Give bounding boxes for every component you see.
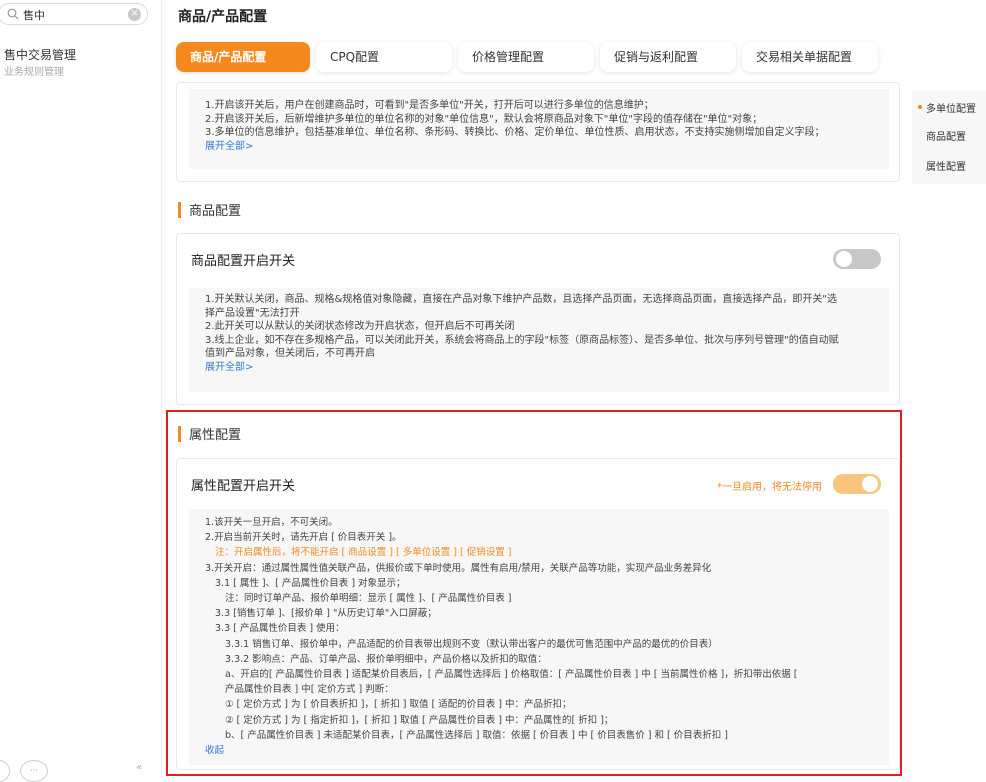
expand-link[interactable]: 展开全部>	[205, 361, 873, 375]
help-icon[interactable]	[0, 760, 10, 782]
anchor-item-product[interactable]: 商品配置	[926, 128, 966, 143]
multi-unit-description: 1.开启该开关后，用户在创建商品时，可看到"是否多单位"开关，打开后可以进行多单…	[189, 89, 889, 169]
desc-line: 2.此开关可以从默认的关闭状态修改为开启状态，但开启后不可再关闭	[205, 321, 515, 332]
tab-document-config[interactable]: 交易相关单据配置	[742, 42, 878, 72]
tab-cpq-config[interactable]: CPQ配置	[316, 42, 452, 72]
search-icon	[7, 8, 19, 20]
expand-link[interactable]: 展开全部>	[205, 140, 873, 154]
nav-item-title[interactable]: 售中交易管理	[4, 46, 76, 63]
tab-promotion-config[interactable]: 促销与返利配置	[600, 42, 736, 72]
desc-line: 3.多单位的信息维护，包括基准单位、单位名称、条形码、转换比、价格、定价单位、单…	[205, 127, 825, 138]
anchor-item-attribute[interactable]: 属性配置	[926, 158, 966, 173]
tab-price-config[interactable]: 价格管理配置	[458, 42, 594, 72]
multi-unit-card: 1.开启该开关后，用户在创建商品时，可看到"是否多单位"开关，打开后可以进行多单…	[176, 82, 900, 182]
desc-line: 择产品设置"无法打开	[205, 307, 300, 319]
more-icon[interactable]: ···	[20, 760, 48, 782]
desc-line: 1.开关默认关闭，商品、规格&规格值对象隐藏，直接在产品对象下维护产品数，且选择…	[205, 294, 837, 305]
anchor-item-multi-unit[interactable]: 多单位配置	[918, 100, 976, 115]
search-input[interactable]: 售中 ✕	[0, 3, 148, 25]
page-title: 商品/产品配置	[178, 9, 268, 25]
desc-line: 值到产品对象，但关闭后，不可再开启	[205, 348, 375, 359]
toggle-knob	[836, 251, 852, 267]
nav-item-subtitle[interactable]: 业务规则管理	[4, 63, 64, 78]
desc-line: 2.开启该开关后，后新增维护多单位的单位名称的对象"单位信息"，默认会将原商品对…	[205, 113, 763, 125]
product-config-description: 1.开关默认关闭，商品、规格&规格值对象隐藏，直接在产品对象下维护产品数，且选择…	[189, 288, 889, 392]
sidebar-footer: ··· «	[0, 760, 160, 782]
section-heading-product: 商品配置	[178, 200, 241, 219]
sidebar: 售中 ✕ 售中交易管理 业务规则管理 ··· «	[0, 0, 162, 782]
product-config-card: 商品配置开启开关 1.开关默认关闭，商品、规格&规格值对象隐藏，直接在产品对象下…	[176, 233, 900, 405]
desc-line: 1.开启该开关后，用户在创建商品时，可看到"是否多单位"开关，打开后可以进行多单…	[205, 100, 654, 111]
search-value: 售中	[23, 9, 45, 22]
clear-icon[interactable]: ✕	[128, 8, 141, 21]
card-title: 商品配置开启开关	[191, 254, 296, 269]
anchor-nav: 多单位配置 商品配置 属性配置	[912, 90, 986, 184]
active-dot	[918, 105, 922, 109]
tab-product-config[interactable]: 商品/产品配置	[176, 42, 310, 72]
collapse-icon[interactable]: «	[136, 762, 142, 773]
desc-line: 3.线上企业，如不存在多规格产品，可以关闭此开关，系统会将商品上的字段"标签（原…	[205, 334, 839, 346]
section-bar	[178, 202, 181, 218]
highlight-box	[166, 410, 902, 776]
product-config-toggle[interactable]	[833, 249, 881, 269]
